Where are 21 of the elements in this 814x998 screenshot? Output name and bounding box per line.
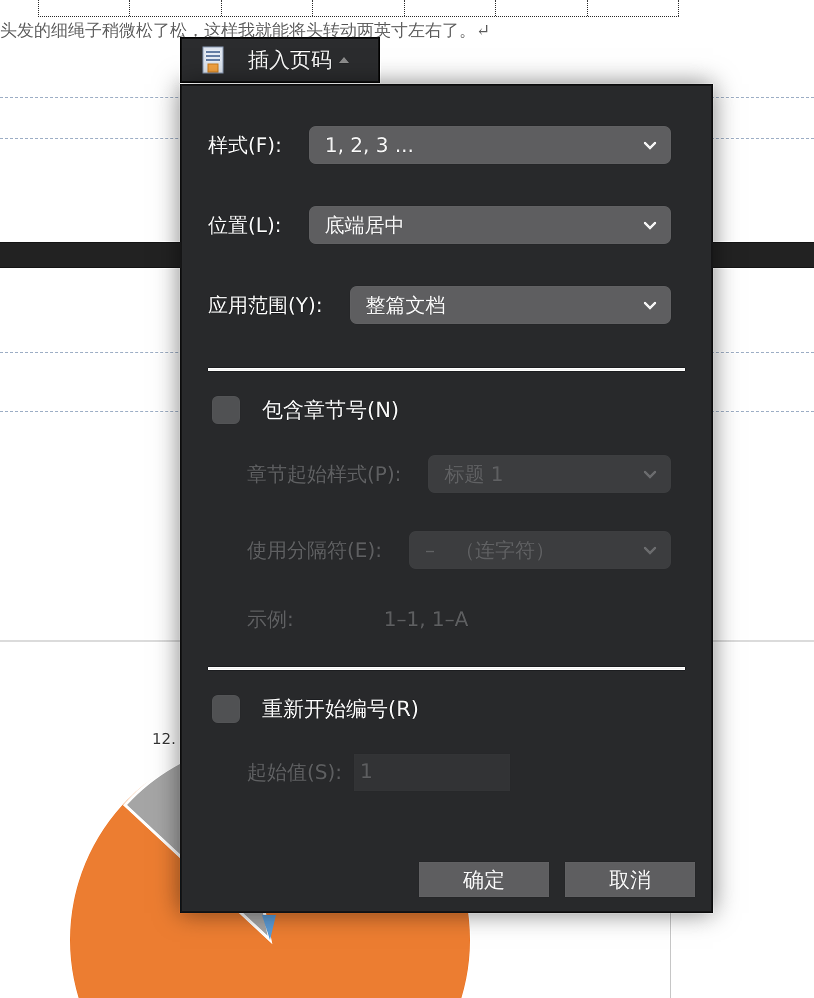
insert-page-number-button[interactable]: 插入页码 — [180, 37, 380, 83]
chevron-icon — [643, 470, 657, 478]
caret-icon — [338, 56, 350, 64]
checkbox[interactable] — [212, 695, 240, 723]
ok-button[interactable]: 确定 — [419, 862, 549, 897]
field-label: 位置(L): — [208, 212, 282, 238]
chart-label: 12. — [152, 730, 176, 748]
dropdown[interactable]: 1, 2, 3 ... — [308, 126, 671, 164]
field-label: 样式(F): — [208, 132, 282, 158]
chevron-icon — [643, 140, 657, 150]
dropdown[interactable]: 底端居中 — [308, 206, 671, 244]
chevron-icon — [643, 220, 657, 230]
chevron-icon — [643, 300, 657, 310]
cancel-button[interactable]: 取消 — [565, 862, 695, 897]
checkbox-label: 重新开始编号(R) — [262, 696, 419, 723]
field-label: 应用范围(Y): — [208, 292, 323, 318]
document-icon — [202, 46, 224, 74]
chevron-icon — [643, 546, 657, 554]
dropdown[interactable]: 整篇文档 — [350, 286, 671, 324]
checkbox-label: 包含章节号(N) — [262, 397, 400, 424]
checkbox[interactable] — [212, 396, 240, 424]
